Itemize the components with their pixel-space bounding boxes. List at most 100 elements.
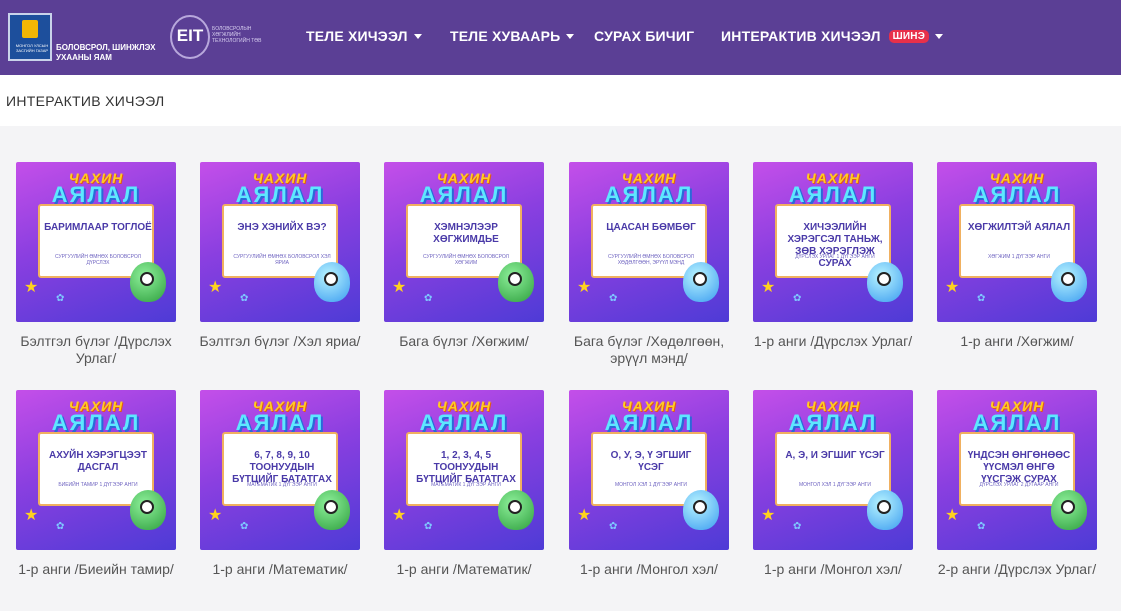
star-icon: ★ — [24, 507, 39, 524]
flower-icon: ✿ — [240, 293, 249, 304]
flower-icon: ✿ — [56, 521, 65, 532]
star-icon: ★ — [392, 279, 407, 296]
nav-interactive-lesson-label: ИНТЕРАКТИВ ХИЧЭЭЛ — [721, 28, 881, 44]
flower-icon: ✿ — [424, 293, 433, 304]
lesson-panel-title: А, Э, И ЭГШИГ ҮСЭГ — [785, 450, 885, 461]
lesson-panel-subtitle: СУРГУУЛИЙН ӨМНӨХ БОЛОВСРОЛ ХӨДӨЛГӨӨН, ЭР… — [608, 254, 694, 266]
eit-logo-text: БОЛОВСРОЛЫН ХӨГЖЛИЙН ТЕХНОЛОГИЙН ТӨВ — [212, 26, 262, 44]
flower-icon: ✿ — [609, 521, 618, 532]
star-icon: ★ — [208, 279, 223, 296]
nav-tele-lesson[interactable]: ТЕЛЕ ХИЧЭЭЛ — [306, 28, 422, 48]
lesson-panel-title: АХУЙН ХЭРЭГЦЭЭТ ДАСГАЛ — [49, 450, 147, 473]
lesson-card[interactable]: ЧАХИН АЯЛАЛ О, У, Э, Ү ЭГШИГ ҮСЭГ МОНГОЛ ХЭ… — [569, 390, 729, 550]
lesson-card-caption[interactable]: Бэлтгэл бүлэг /Дүрслэх Урлаг/ — [6, 333, 186, 367]
eit-mark: EIT — [176, 26, 204, 45]
top-navbar: МОНГОЛ УЛСЫН ЗАСГИЙН ГАЗАР БОЛОВСРОЛ, ШИ… — [0, 0, 1121, 75]
lesson-panel-subtitle: МОНГОЛ ХЭЛ 1 ДҮГЭЭР АНГИ — [614, 482, 688, 488]
game-logo-bottom: АЯЛАЛ — [419, 410, 509, 435]
flower-icon: ✿ — [977, 521, 986, 532]
mascot-eye-icon — [324, 272, 338, 286]
mascot-icon — [867, 490, 903, 530]
star-icon: ★ — [24, 279, 39, 296]
mascot-eye-icon — [693, 272, 707, 286]
lesson-card[interactable]: ЧАХИН АЯЛАЛ ХӨГЖИЛТЭЙ АЯЛАЛ ХӨГЖИМ 1 ДҮГЭЭР… — [937, 162, 1097, 322]
lesson-card[interactable]: ЧАХИН АЯЛАЛ ХИЧЭЭЛИЙН ХЭРЭГСЭЛ ТАНЬЖ, ЗӨВ … — [753, 162, 913, 322]
lesson-panel-subtitle: МАТЕМАТИК 1 ДҮГЭЭР АНГИ — [431, 482, 501, 488]
game-logo-bottom: АЯЛАЛ — [604, 182, 694, 207]
lesson-panel-subtitle: МОНГОЛ ХЭЛ 1 ДҮГЭЭР АНГИ — [798, 482, 872, 488]
lesson-card-caption[interactable]: 1-р анги /Монгол хэл/ — [559, 561, 739, 578]
lesson-panel-title: ХИЧЭЭЛИЙН ХЭРЭГСЭЛ ТАНЬЖ, ЗӨВ ХЭРЭГЛЭЖ С… — [787, 222, 883, 269]
game-logo-bottom: АЯЛАЛ — [972, 182, 1062, 207]
mascot-icon — [1051, 262, 1087, 302]
chevron-down-icon — [413, 33, 422, 39]
lesson-card[interactable]: ЧАХИН АЯЛАЛ 1, 2, 3, 4, 5 ТООНУУДЫН БҮТЦИЙ… — [384, 390, 544, 550]
lesson-card-caption[interactable]: 1-р анги /Биеийн тамир/ — [6, 561, 186, 578]
game-logo-bottom: АЯЛАЛ — [788, 410, 878, 435]
lesson-card[interactable]: ЧАХИН АЯЛАЛ ЭНЭ ХЭНИЙХ ВЭ? СУРГУУЛИЙН ӨМНӨХ… — [200, 162, 360, 322]
lesson-card-caption[interactable]: Бага бүлэг /Хөдөлгөөн, эрүүл мэнд/ — [559, 333, 739, 367]
eit-logo[interactable]: EIT — [170, 15, 210, 59]
lesson-panel-subtitle: БИЕИЙН ТАМИР 1 ДҮГЭЭР АНГИ — [58, 482, 138, 488]
lesson-card-caption[interactable]: Бэлтгэл бүлэг /Хэл яриа/ — [190, 333, 370, 350]
star-icon: ★ — [392, 507, 407, 524]
star-icon: ★ — [761, 279, 776, 296]
lesson-card-caption[interactable]: 1-р анги /Математик/ — [190, 561, 370, 578]
ministry-name: БОЛОВСРОЛ, ШИНЖЛЭХ УХААНЫ ЯАМ — [56, 43, 156, 62]
ministry-emblem-text: МОНГОЛ УЛСЫН ЗАСГИЙН ГАЗАР — [15, 43, 49, 53]
new-badge: ШИНЭ — [888, 29, 930, 43]
ministry-logo[interactable]: МОНГОЛ УЛСЫН ЗАСГИЙН ГАЗАР — [8, 13, 52, 61]
lesson-card[interactable]: ЧАХИН АЯЛАЛ БАРИМЛААР ТОГЛОЁ СУРГУУЛИЙН ӨМН… — [16, 162, 176, 322]
game-logo-bottom: АЯЛАЛ — [235, 182, 325, 207]
page-title-bar: ИНТЕРАКТИВ ХИЧЭЭЛ — [0, 75, 1121, 126]
flower-icon: ✿ — [56, 293, 65, 304]
mascot-eye-icon — [877, 272, 891, 286]
mascot-icon — [314, 262, 350, 302]
chevron-down-icon — [566, 33, 575, 39]
star-icon: ★ — [577, 279, 592, 296]
mascot-icon — [130, 490, 166, 530]
game-logo-bottom: АЯЛАЛ — [972, 410, 1062, 435]
star-icon: ★ — [577, 507, 592, 524]
lesson-card-caption[interactable]: 1-р анги /Монгол хэл/ — [743, 561, 923, 578]
lesson-card[interactable]: ЧАХИН АЯЛАЛ ЦААСАН БӨМБӨГ СУРГУУЛИЙН ӨМНӨХ … — [569, 162, 729, 322]
lesson-card[interactable]: ЧАХИН АЯЛАЛ АХУЙН ХЭРЭГЦЭЭТ ДАСГАЛ БИЕИЙН Т… — [16, 390, 176, 550]
lesson-panel-title: ЭНЭ ХЭНИЙХ ВЭ? — [237, 222, 327, 233]
game-logo-bottom: АЯЛАЛ — [419, 182, 509, 207]
game-logo-bottom: АЯЛАЛ — [604, 410, 694, 435]
lesson-panel-subtitle: ДҮРСЛЭХ УРЛАГ 2 ДУГААР АНГИ — [979, 482, 1059, 488]
nav-interactive-lesson[interactable]: ИНТЕРАКТИВ ХИЧЭЭЛ ШИНЭ — [721, 28, 944, 48]
mascot-icon — [1051, 490, 1087, 530]
lesson-panel-subtitle: ДҮРСЛЭХ УРЛАГ 1 ДҮГЭЭР АНГИ — [795, 254, 875, 260]
lesson-card-caption[interactable]: 1-р анги /Хөгжим/ — [927, 333, 1107, 350]
lesson-panel-title: БАРИМЛААР ТОГЛОЁ — [44, 222, 152, 233]
lesson-card[interactable]: ЧАХИН АЯЛАЛ 6, 7, 8, 9, 10 ТООНУУДЫН БҮТЦИ… — [200, 390, 360, 550]
lesson-card[interactable]: ЧАХИН АЯЛАЛ А, Э, И ЭГШИГ ҮСЭГ МОНГОЛ ХЭЛ 1… — [753, 390, 913, 550]
lesson-card-caption[interactable]: 2-р анги /Дүрслэх Урлаг/ — [927, 561, 1107, 578]
lesson-card-caption[interactable]: 1-р анги /Дүрслэх Урлаг/ — [743, 333, 923, 350]
game-logo-bottom: АЯЛАЛ — [51, 410, 141, 435]
lesson-card[interactable]: ЧАХИН АЯЛАЛ ХЭМНЭЛЭЭР ХӨГЖИМДЬЕ СУРГУУЛИЙН … — [384, 162, 544, 322]
lesson-card-caption[interactable]: 1-р анги /Математик/ — [374, 561, 554, 578]
mascot-eye-icon — [508, 272, 522, 286]
lesson-panel-title: ЦААСАН БӨМБӨГ — [606, 222, 696, 233]
page-title: ИНТЕРАКТИВ ХИЧЭЭЛ — [6, 93, 165, 109]
lesson-panel-title: О, У, Э, Ү ЭГШИГ ҮСЭГ — [610, 450, 692, 473]
lesson-panel-title: 6, 7, 8, 9, 10 ТООНУУДЫН БҮТЦИЙГ БАТАТГА… — [232, 450, 332, 485]
nav-tele-schedule[interactable]: ТЕЛЕ ХУВААРЬ — [450, 28, 575, 48]
mascot-eye-icon — [324, 500, 338, 514]
mascot-icon — [314, 490, 350, 530]
lesson-card-caption[interactable]: Бага бүлэг /Хөгжим/ — [374, 333, 554, 350]
flower-icon: ✿ — [240, 521, 249, 532]
mascot-icon — [130, 262, 166, 302]
mascot-icon — [498, 490, 534, 530]
nav-textbook[interactable]: СУРАХ БИЧИГ — [594, 28, 694, 48]
flower-icon: ✿ — [977, 293, 986, 304]
flower-icon: ✿ — [609, 293, 618, 304]
mascot-eye-icon — [877, 500, 891, 514]
star-icon: ★ — [945, 279, 960, 296]
mascot-eye-icon — [508, 500, 522, 514]
lesson-card[interactable]: ЧАХИН АЯЛАЛ ҮНДСЭН ӨНГӨНӨӨС ҮҮСМЭЛ ӨНГӨ ҮҮ… — [937, 390, 1097, 550]
soyombo-emblem-icon — [22, 20, 38, 38]
nav-tele-schedule-label: ТЕЛЕ ХУВААРЬ — [450, 28, 561, 44]
